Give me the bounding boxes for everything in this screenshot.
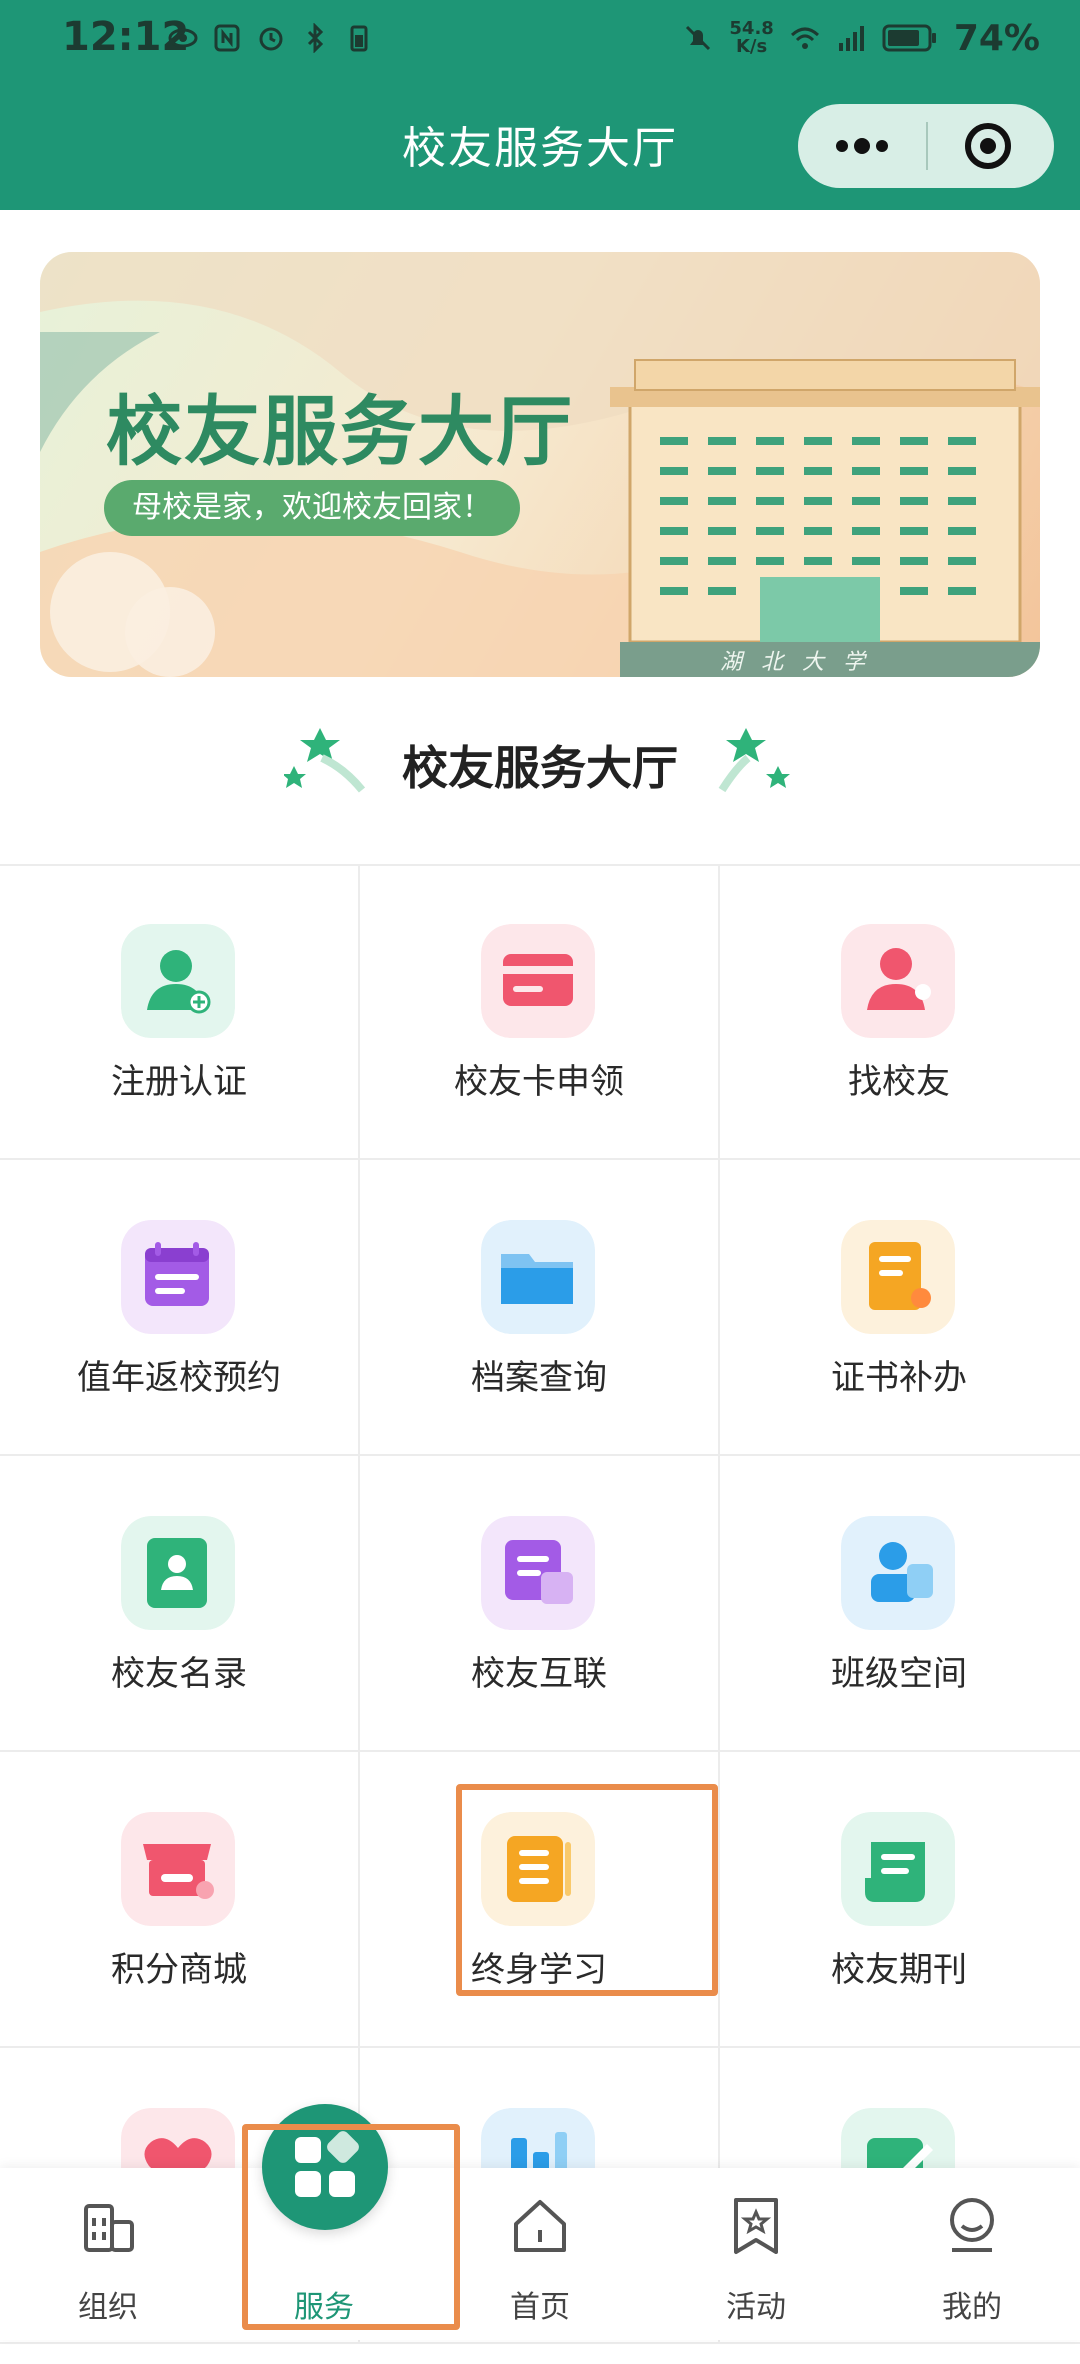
eye-icon xyxy=(168,28,198,48)
bluetooth-icon xyxy=(307,23,324,53)
service-item[interactable]: 找校友 xyxy=(720,864,1080,1160)
service-item[interactable]: 注册认证 xyxy=(0,864,360,1160)
banner-title: 校友服务大厅 xyxy=(106,387,574,476)
store-icon xyxy=(121,1812,235,1926)
home-icon xyxy=(514,2200,566,2252)
service-grid: 注册认证 校友卡申领 找校友值年返校预约 档案查询 证书补办校友名录 校友互联 班级空间积分… xyxy=(0,864,1080,2364)
close-mini-program-button[interactable] xyxy=(928,104,1054,188)
certificate-icon xyxy=(841,1220,955,1334)
net-speed-unit: K/s xyxy=(735,36,768,57)
highlight-box-services-tab xyxy=(242,2124,460,2330)
banner-building-caption: 湖 北 大 学 xyxy=(720,650,871,675)
service-label: 校友卡申领 xyxy=(454,1062,624,1102)
status-left-icons xyxy=(168,18,374,58)
battery-icon xyxy=(882,24,936,52)
tab-label: 组织 xyxy=(78,2290,138,2325)
service-label: 校友互联 xyxy=(471,1654,607,1694)
section-title: 校友服务大厅 xyxy=(402,741,678,795)
target-close-icon xyxy=(965,123,1011,169)
tab-label: 活动 xyxy=(726,2290,786,2325)
mute-bell-icon xyxy=(686,25,711,51)
battery-percent: 74% xyxy=(953,17,1040,59)
alarm-icon xyxy=(259,27,283,51)
tab-label: 我的 xyxy=(942,2290,1002,2325)
journal-icon xyxy=(841,1812,955,1926)
net-speed: 54.8 K/s xyxy=(729,20,773,56)
class-icon xyxy=(841,1516,955,1630)
calendar-icon xyxy=(121,1220,235,1334)
service-label: 档案查询 xyxy=(471,1358,607,1398)
service-label: 值年返校预约 xyxy=(77,1358,281,1398)
building-icon xyxy=(84,2204,134,2252)
service-label: 积分商城 xyxy=(111,1950,247,1990)
service-label: 校友名录 xyxy=(111,1654,247,1694)
service-item[interactable]: 校友期刊 xyxy=(720,1752,1080,2048)
wifi-icon xyxy=(790,27,819,49)
profile-icon xyxy=(950,2198,994,2252)
service-item[interactable]: 校友名录 xyxy=(0,1456,360,1752)
service-label: 班级空间 xyxy=(831,1654,967,1694)
top-bar: 12:12 54.8 K/s 74% 校友服务大厅 xyxy=(0,0,1080,210)
banner-subtitle: 母校是家，欢迎校友回家！ xyxy=(104,480,520,536)
service-item[interactable]: 值年返校预约 xyxy=(0,1160,360,1456)
badge-star-icon xyxy=(734,2198,778,2254)
status-right-icons: 54.8 K/s 74% xyxy=(683,14,1040,62)
service-label: 证书补办 xyxy=(831,1358,967,1398)
user-add-icon xyxy=(121,924,235,1038)
card-icon xyxy=(481,924,595,1038)
status-bar: 12:12 54.8 K/s 74% xyxy=(0,0,1080,80)
tab-label: 首页 xyxy=(510,2290,570,2325)
tab-mine[interactable]: 我的 xyxy=(864,2168,1080,2340)
service-item[interactable]: 积分商城 xyxy=(0,1752,360,2048)
signal-icon xyxy=(838,26,864,51)
service-item[interactable]: 证书补办 xyxy=(720,1160,1080,1456)
service-item[interactable]: 班级空间 xyxy=(720,1456,1080,1752)
service-item[interactable]: 校友互联 xyxy=(360,1456,720,1752)
message-icon xyxy=(481,1516,595,1630)
tab-organization[interactable]: 组织 xyxy=(0,2168,216,2340)
service-item[interactable]: 档案查询 xyxy=(360,1160,720,1456)
directory-icon xyxy=(121,1516,235,1630)
service-label: 注册认证 xyxy=(111,1062,247,1102)
highlight-box-lifelong-learning xyxy=(456,1784,718,1996)
more-button[interactable] xyxy=(798,104,926,188)
mini-program-capsule xyxy=(798,104,1054,188)
sparkle-right-icon xyxy=(718,728,790,793)
more-dots-icon xyxy=(836,138,888,154)
battery-small-icon xyxy=(350,25,368,52)
tab-activities[interactable]: 活动 xyxy=(648,2168,864,2340)
nfc-icon xyxy=(214,24,240,52)
person-search-icon xyxy=(841,924,955,1038)
folder-icon xyxy=(481,1220,595,1334)
service-label: 找校友 xyxy=(848,1062,950,1102)
banner[interactable]: 校友服务大厅 母校是家，欢迎校友回家！ 湖 北 大 学 xyxy=(40,252,1040,677)
tab-home[interactable]: 首页 xyxy=(432,2168,648,2340)
bottom-tab-bar: 组织 服务 首页 活动 我的 xyxy=(0,2168,1080,2340)
service-item[interactable]: 校友卡申领 xyxy=(360,864,720,1160)
service-label: 校友期刊 xyxy=(831,1950,967,1990)
